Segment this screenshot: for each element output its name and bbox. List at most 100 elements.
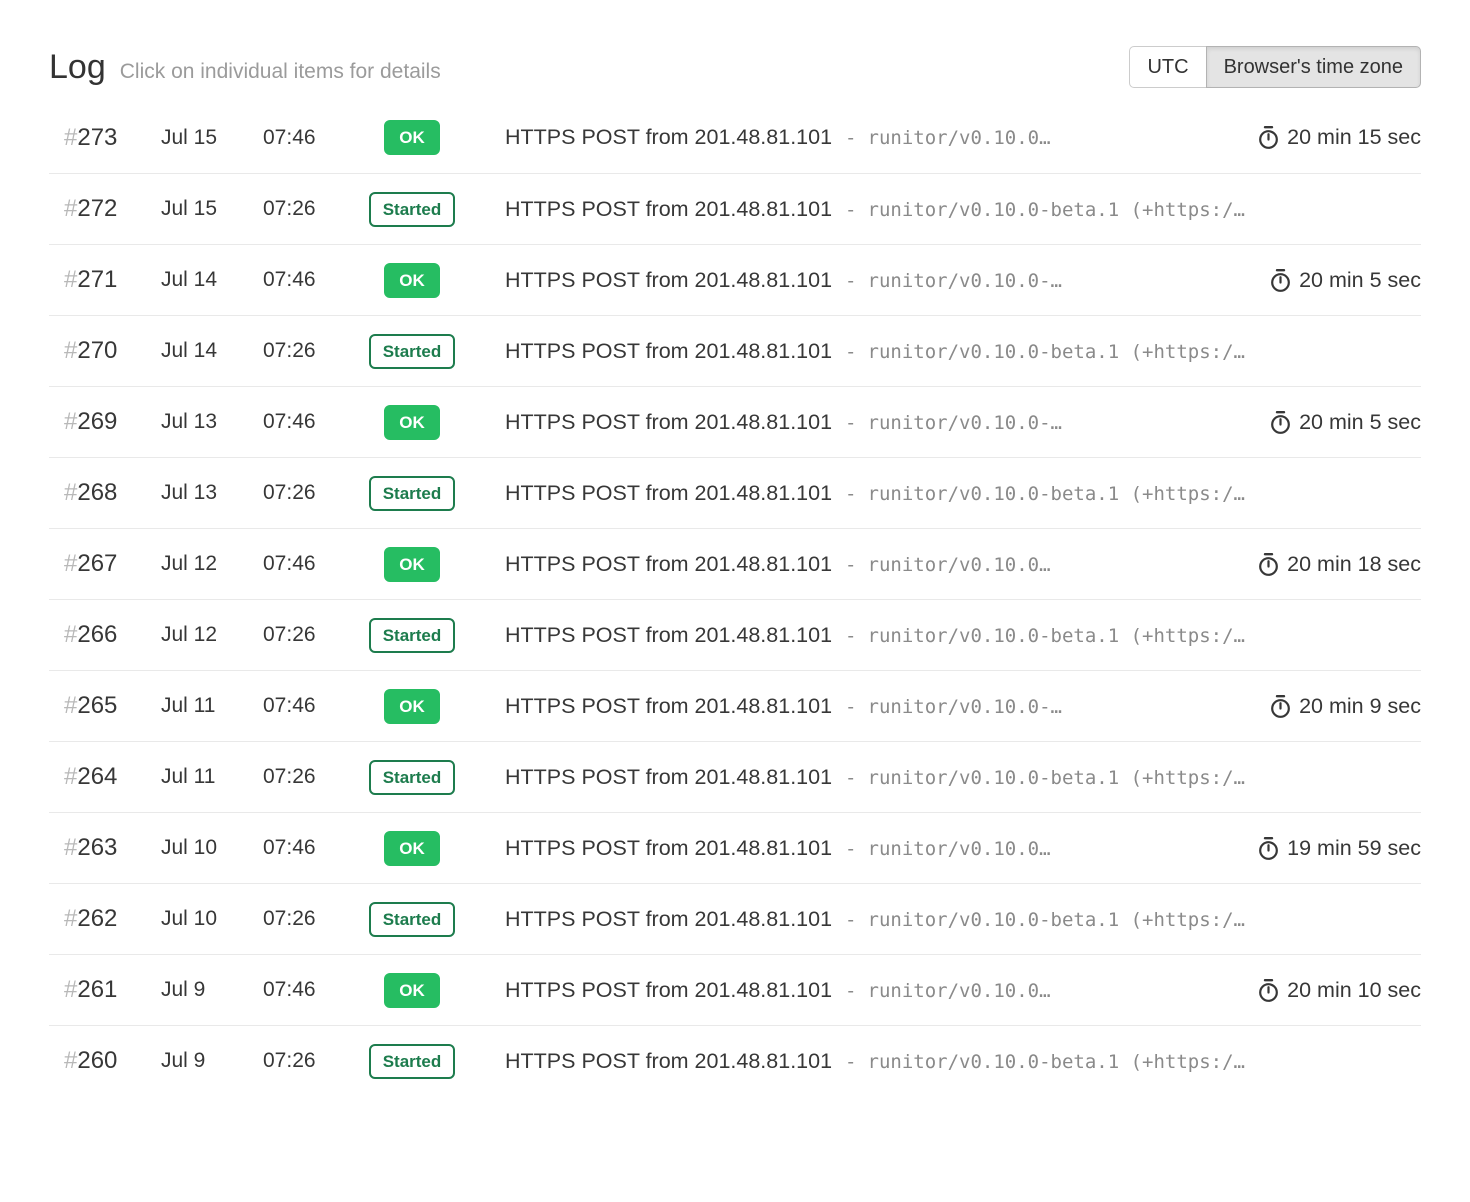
status-badge: OK: [384, 120, 440, 155]
stopwatch-icon: [1257, 125, 1280, 150]
event-number: #260: [49, 1047, 161, 1075]
status-badge: OK: [384, 547, 440, 582]
hash-prefix: #: [64, 976, 77, 1003]
event-time: 07:26: [263, 197, 337, 221]
event-number-value: 273: [77, 124, 117, 151]
log-row[interactable]: #273 Jul 15 07:46 OK HTTPS POST from 201…: [49, 102, 1421, 173]
status-badge-cell: OK: [337, 831, 487, 866]
user-agent: runitor/v0.10.0-…: [868, 696, 1062, 718]
log-row[interactable]: #264 Jul 11 07:26 Started HTTPS POST fro…: [49, 741, 1421, 812]
event-description: HTTPS POST from 201.48.81.101: [505, 907, 832, 932]
event-duration-text: 20 min 5 sec: [1299, 268, 1421, 293]
log-row[interactable]: #263 Jul 10 07:46 OK HTTPS POST from 201…: [49, 812, 1421, 883]
log-row[interactable]: #270 Jul 14 07:26 Started HTTPS POST fro…: [49, 315, 1421, 386]
event-description-cell: HTTPS POST from 201.48.81.101 - runitor/…: [505, 907, 1421, 932]
event-date: Jul 10: [161, 907, 263, 931]
status-badge: Started: [369, 760, 456, 795]
event-number-value: 272: [77, 195, 117, 222]
event-description: HTTPS POST from 201.48.81.101: [505, 339, 832, 364]
stopwatch-icon: [1269, 410, 1292, 435]
event-duration-text: 20 min 18 sec: [1287, 552, 1421, 577]
event-number-value: 264: [77, 763, 117, 790]
status-badge-cell: OK: [337, 405, 487, 440]
status-badge: OK: [384, 263, 440, 298]
hash-prefix: #: [64, 834, 77, 861]
log-row[interactable]: #268 Jul 13 07:26 Started HTTPS POST fro…: [49, 457, 1421, 528]
user-agent: runitor/v0.10.0-beta.1 (+https:/…: [868, 909, 1246, 931]
event-description: HTTPS POST from 201.48.81.101: [505, 481, 832, 506]
event-number-value: 265: [77, 692, 117, 719]
user-agent: runitor/v0.10.0-beta.1 (+https:/…: [868, 341, 1246, 363]
stopwatch-icon: [1257, 978, 1280, 1003]
event-description-cell: HTTPS POST from 201.48.81.101 - runitor/…: [505, 978, 1237, 1003]
event-number-value: 262: [77, 905, 117, 932]
event-duration: 19 min 59 sec: [1237, 836, 1421, 861]
event-time: 07:46: [263, 126, 337, 150]
log-row[interactable]: #260 Jul 9 07:26 Started HTTPS POST from…: [49, 1025, 1421, 1096]
event-date: Jul 13: [161, 410, 263, 434]
event-date: Jul 10: [161, 836, 263, 860]
browser-timezone-button[interactable]: Browser's time zone: [1206, 46, 1421, 88]
event-description: HTTPS POST from 201.48.81.101: [505, 623, 832, 648]
status-badge: OK: [384, 973, 440, 1008]
page-subtitle: Click on individual items for details: [120, 60, 441, 84]
event-description-cell: HTTPS POST from 201.48.81.101 - runitor/…: [505, 765, 1421, 790]
log-row[interactable]: #266 Jul 12 07:26 Started HTTPS POST fro…: [49, 599, 1421, 670]
user-agent: runitor/v0.10.0-beta.1 (+https:/…: [868, 625, 1246, 647]
event-number-value: 261: [77, 976, 117, 1003]
log-row[interactable]: #269 Jul 13 07:46 OK HTTPS POST from 201…: [49, 386, 1421, 457]
status-badge-cell: Started: [337, 476, 487, 511]
log-row[interactable]: #271 Jul 14 07:46 OK HTTPS POST from 201…: [49, 244, 1421, 315]
event-description: HTTPS POST from 201.48.81.101: [505, 125, 832, 150]
log-row[interactable]: #262 Jul 10 07:26 Started HTTPS POST fro…: [49, 883, 1421, 954]
utc-button[interactable]: UTC: [1129, 46, 1206, 88]
event-number-value: 263: [77, 834, 117, 861]
hash-prefix: #: [64, 621, 77, 648]
log-row[interactable]: #272 Jul 15 07:26 Started HTTPS POST fro…: [49, 173, 1421, 244]
log-row[interactable]: #267 Jul 12 07:46 OK HTTPS POST from 201…: [49, 528, 1421, 599]
event-number: #261: [49, 976, 161, 1004]
event-number: #262: [49, 905, 161, 933]
description-separator: -: [845, 270, 856, 292]
event-time: 07:46: [263, 694, 337, 718]
event-date: Jul 14: [161, 339, 263, 363]
event-description: HTTPS POST from 201.48.81.101: [505, 694, 832, 719]
page-header: Log Click on individual items for detail…: [49, 46, 1421, 88]
status-badge-cell: Started: [337, 760, 487, 795]
timezone-toggle: UTC Browser's time zone: [1129, 46, 1421, 88]
log-row[interactable]: #265 Jul 11 07:46 OK HTTPS POST from 201…: [49, 670, 1421, 741]
event-duration: 20 min 15 sec: [1237, 125, 1421, 150]
status-badge-cell: OK: [337, 973, 487, 1008]
status-badge-cell: Started: [337, 1044, 487, 1079]
hash-prefix: #: [64, 195, 77, 222]
user-agent: runitor/v0.10.0-beta.1 (+https:/…: [868, 767, 1246, 789]
event-number: #273: [49, 124, 161, 152]
user-agent: runitor/v0.10.0-…: [868, 270, 1062, 292]
event-date: Jul 9: [161, 978, 263, 1002]
event-duration-text: 19 min 59 sec: [1287, 836, 1421, 861]
event-date: Jul 12: [161, 623, 263, 647]
hash-prefix: #: [64, 479, 77, 506]
event-description-cell: HTTPS POST from 201.48.81.101 - runitor/…: [505, 481, 1421, 506]
status-badge-cell: OK: [337, 120, 487, 155]
status-badge: Started: [369, 618, 456, 653]
status-badge-cell: OK: [337, 689, 487, 724]
event-number-value: 270: [77, 337, 117, 364]
user-agent: runitor/v0.10.0…: [868, 838, 1051, 860]
stopwatch-icon: [1269, 694, 1292, 719]
event-number: #263: [49, 834, 161, 862]
log-row[interactable]: #261 Jul 9 07:46 OK HTTPS POST from 201.…: [49, 954, 1421, 1025]
hash-prefix: #: [64, 550, 77, 577]
status-badge-cell: Started: [337, 902, 487, 937]
user-agent: runitor/v0.10.0-beta.1 (+https:/…: [868, 483, 1246, 505]
event-number: #272: [49, 195, 161, 223]
event-date: Jul 11: [161, 765, 263, 789]
hash-prefix: #: [64, 408, 77, 435]
event-description-cell: HTTPS POST from 201.48.81.101 - runitor/…: [505, 268, 1249, 293]
event-description-cell: HTTPS POST from 201.48.81.101 - runitor/…: [505, 197, 1421, 222]
description-separator: -: [845, 838, 856, 860]
event-description: HTTPS POST from 201.48.81.101: [505, 197, 832, 222]
event-date: Jul 12: [161, 552, 263, 576]
event-description-cell: HTTPS POST from 201.48.81.101 - runitor/…: [505, 339, 1421, 364]
event-duration-text: 20 min 10 sec: [1287, 978, 1421, 1003]
